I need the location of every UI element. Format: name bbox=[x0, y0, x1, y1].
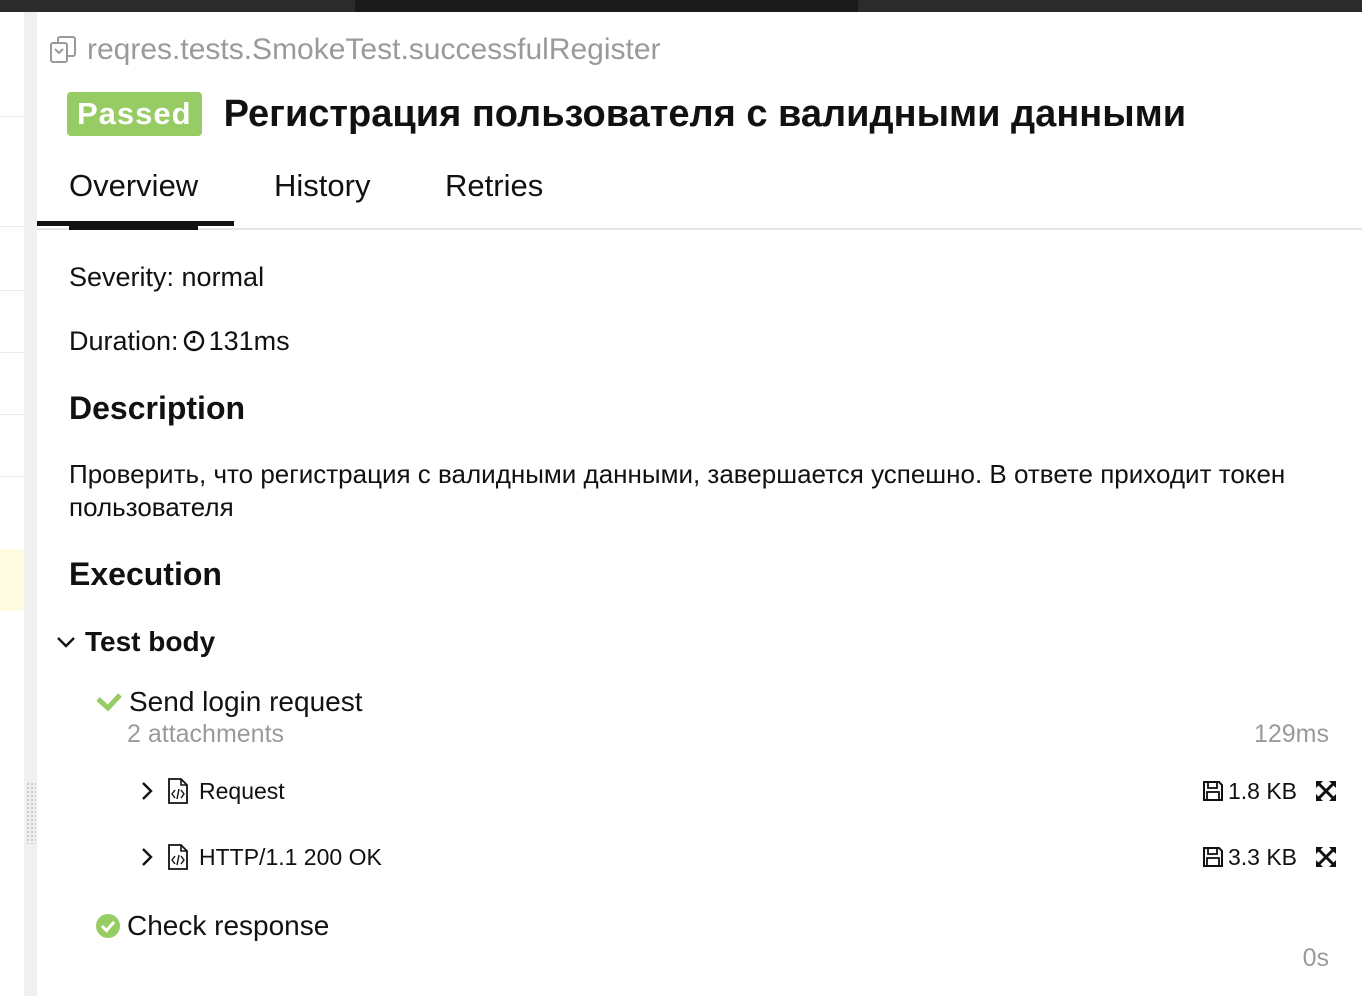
list-row-divider bbox=[0, 414, 24, 415]
tab-bar: Overview History Retries bbox=[37, 162, 1362, 230]
active-tab-indicator bbox=[37, 221, 234, 226]
test-title: Регистрация пользователя с валидными дан… bbox=[223, 92, 1187, 135]
duration-line: Duration: 131ms bbox=[69, 326, 290, 357]
attachment-name: Request bbox=[199, 777, 285, 804]
save-icon bbox=[1202, 781, 1223, 801]
chevron-right-icon bbox=[142, 848, 153, 866]
list-row-divider bbox=[0, 116, 24, 117]
test-body-toggle[interactable]: Test body bbox=[55, 626, 215, 658]
duration-value: 131ms bbox=[208, 326, 290, 356]
list-row-divider bbox=[0, 226, 24, 227]
splitter-grip[interactable] bbox=[26, 782, 36, 844]
test-title-bar: Passed Регистрация пользователя с валидн… bbox=[67, 92, 1186, 136]
tab-overview[interactable]: Overview bbox=[69, 162, 199, 230]
list-row-divider bbox=[0, 352, 24, 353]
step-send-login-request[interactable]: Send login request bbox=[95, 686, 363, 718]
attachment-row[interactable]: Request 1.8 KB bbox=[137, 774, 1337, 808]
description-text: Проверить, что регистрация с валидными д… bbox=[69, 459, 1286, 522]
full-name-text: reqres.tests.SmokeTest.successfulRegiste… bbox=[87, 33, 661, 66]
test-result-pane: reqres.tests.SmokeTest.successfulRegiste… bbox=[37, 12, 1362, 996]
copy-icon[interactable] bbox=[47, 34, 79, 66]
code-file-icon bbox=[168, 778, 188, 804]
clock-icon bbox=[183, 330, 204, 352]
execution-heading: Execution bbox=[69, 556, 222, 592]
severity-line: Severity: normal bbox=[69, 262, 265, 292]
attachment-row[interactable]: HTTP/1.1 200 OK 3.3 KB bbox=[137, 840, 1337, 874]
attachment-name: HTTP/1.1 200 OK bbox=[199, 843, 382, 870]
attachment-size: 1.8 KB bbox=[1202, 774, 1297, 808]
tab-label: Overview bbox=[69, 168, 199, 203]
test-body-label: Test body bbox=[85, 626, 216, 657]
step-label: Send login request bbox=[129, 686, 363, 717]
duration-label: Duration: bbox=[69, 326, 179, 356]
top-bar-segment bbox=[355, 0, 858, 12]
attachment-size-text: 3.3 KB bbox=[1227, 843, 1297, 870]
selected-list-row[interactable] bbox=[0, 549, 24, 611]
step-duration: 0s bbox=[1302, 944, 1329, 972]
pane-splitter[interactable] bbox=[24, 12, 37, 996]
description-heading: Description bbox=[69, 390, 246, 426]
test-list-strip bbox=[0, 12, 24, 996]
chevron-right-icon bbox=[142, 782, 153, 800]
code-file-icon bbox=[168, 844, 188, 870]
status-badge: Passed bbox=[67, 92, 202, 136]
check-icon bbox=[96, 693, 122, 712]
step-duration: 129ms bbox=[1253, 720, 1329, 748]
tab-label: Retries bbox=[445, 168, 544, 203]
list-row-divider bbox=[0, 290, 24, 291]
chevron-down-icon bbox=[57, 637, 75, 648]
save-icon bbox=[1202, 847, 1223, 867]
test-full-name: reqres.tests.SmokeTest.successfulRegiste… bbox=[47, 32, 661, 68]
tab-retries[interactable]: Retries bbox=[445, 162, 543, 228]
attachment-size: 3.3 KB bbox=[1202, 840, 1297, 874]
list-row-divider bbox=[0, 476, 24, 477]
attachment-size-text: 1.8 KB bbox=[1227, 777, 1297, 804]
tab-history[interactable]: History bbox=[274, 162, 370, 228]
tab-label: History bbox=[274, 168, 371, 203]
step-label: Check response bbox=[127, 910, 330, 941]
top-browser-bar bbox=[0, 0, 1362, 12]
attachment-title[interactable]: Request bbox=[137, 774, 285, 808]
attachment-title[interactable]: HTTP/1.1 200 OK bbox=[137, 840, 382, 874]
expand-icon[interactable] bbox=[1315, 780, 1337, 802]
step-check-response[interactable]: Check response bbox=[95, 910, 329, 942]
step-attachments-count: 2 attachments bbox=[127, 720, 285, 748]
expand-icon[interactable] bbox=[1315, 846, 1337, 868]
check-circle-icon bbox=[96, 914, 120, 938]
